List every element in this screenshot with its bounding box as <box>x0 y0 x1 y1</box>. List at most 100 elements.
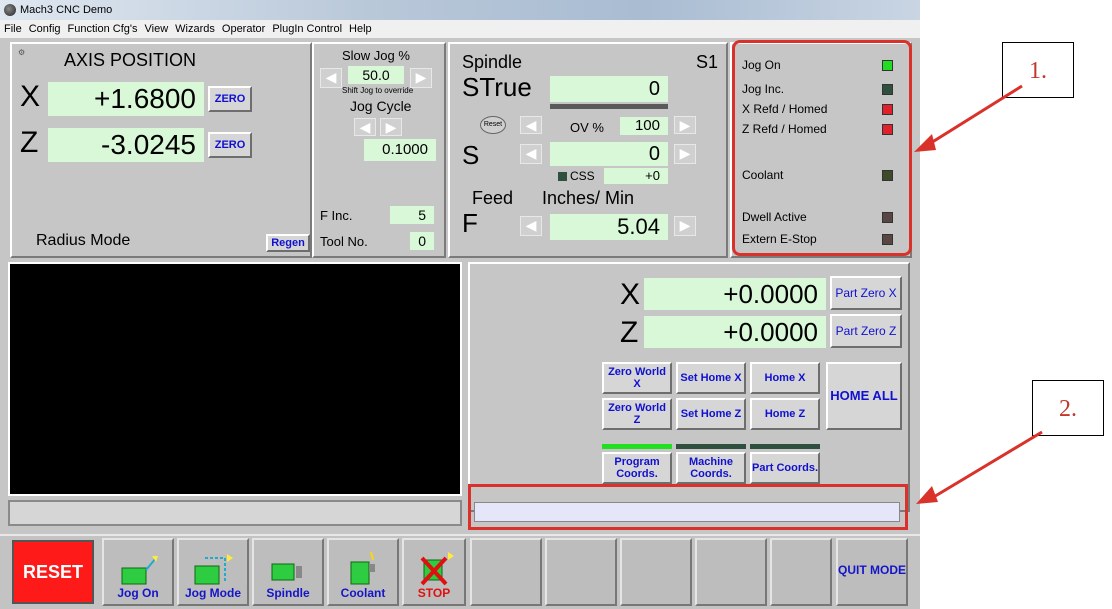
radius-mode-label: Radius Mode <box>36 232 131 249</box>
part-zero-z-button[interactable]: Part Zero Z <box>830 314 902 348</box>
jog-on-label: Jog On <box>117 586 159 600</box>
feed-down-arrow-icon[interactable]: ◀ <box>520 216 542 236</box>
slow-jog-label: Slow Jog % <box>342 48 410 63</box>
s-up-arrow-icon[interactable]: ▶ <box>674 144 696 164</box>
x-axis-label: X <box>20 80 41 113</box>
coord-x-dro[interactable]: +0.0000 <box>644 278 826 310</box>
z-axis-label: Z <box>20 126 39 159</box>
slow-jog-down-arrow-icon[interactable]: ◀ <box>320 68 342 88</box>
slow-jog-value[interactable]: 50.0 <box>348 66 404 84</box>
set-home-x-button[interactable]: Set Home X <box>676 362 746 394</box>
part-coords-led <box>750 444 820 449</box>
empty-button-4[interactable] <box>695 538 767 606</box>
menu-bar: File Config Function Cfg's View Wizards … <box>0 20 920 38</box>
lathe-icon: ⚙ <box>18 48 26 57</box>
ov-label: OV % <box>570 120 604 135</box>
z-dro[interactable]: -3.0245 <box>48 128 204 162</box>
menu-help[interactable]: Help <box>349 20 372 38</box>
toolpath-display[interactable] <box>8 262 462 496</box>
s-value[interactable]: 0 <box>550 142 668 166</box>
home-x-button[interactable]: Home X <box>750 362 820 394</box>
part-zero-x-button[interactable]: Part Zero X <box>830 276 902 310</box>
status-line-left <box>8 500 462 526</box>
jog-mode-label: Jog Mode <box>185 586 241 600</box>
spindle-title: Spindle <box>462 52 523 72</box>
spindle-reset-button[interactable]: Reset <box>480 116 506 134</box>
feed-up-arrow-icon[interactable]: ▶ <box>674 216 696 236</box>
coordinates-panel: X +0.0000 Part Zero X Z +0.0000 Part Zer… <box>468 262 910 512</box>
home-all-button[interactable]: HOME ALL <box>826 362 902 430</box>
css-value: +0 <box>604 168 668 184</box>
part-coords-button[interactable]: Part Coords. <box>750 452 820 484</box>
machine-coords-button[interactable]: Machine Coords. <box>676 452 746 484</box>
app-icon <box>4 4 16 16</box>
menu-plugin-control[interactable]: PlugIn Control <box>272 20 342 38</box>
machine-coords-led <box>676 444 746 449</box>
strue-label: STrue <box>462 72 532 102</box>
empty-button-5[interactable] <box>770 538 832 606</box>
zero-z-button[interactable]: ZERO <box>208 132 252 158</box>
jog-cycle-down-arrow-icon[interactable]: ◀ <box>354 118 376 136</box>
menu-view[interactable]: View <box>145 20 169 38</box>
tool-no-value[interactable]: 0 <box>410 232 434 250</box>
spindle-load-bar <box>550 104 668 109</box>
jog-on-icon <box>121 556 158 585</box>
coord-z-dro[interactable]: +0.0000 <box>644 316 826 348</box>
annotation-box-status <box>732 40 912 256</box>
coolant-button[interactable]: Coolant <box>327 538 399 606</box>
slow-jog-up-arrow-icon[interactable]: ▶ <box>410 68 432 88</box>
zero-world-x-button[interactable]: Zero World X <box>602 362 672 394</box>
f-inc-value[interactable]: 5 <box>390 206 434 224</box>
menu-wizards[interactable]: Wizards <box>175 20 215 38</box>
shift-jog-hint: Shift Jog to override <box>342 86 414 95</box>
menu-config[interactable]: Config <box>29 20 61 38</box>
callout-2-arrow-icon <box>916 430 1043 504</box>
menu-file[interactable]: File <box>4 20 22 38</box>
ov-up-arrow-icon[interactable]: ▶ <box>674 116 696 134</box>
coord-x-label: X <box>620 278 641 311</box>
s-down-arrow-icon[interactable]: ◀ <box>520 144 542 164</box>
axis-position-panel: ⚙ AXIS POSITION X +1.6800 ZERO Z -3.0245… <box>10 42 312 258</box>
strue-value: 0 <box>550 76 668 102</box>
jog-mode-icon <box>194 554 233 585</box>
zero-world-z-button[interactable]: Zero World Z <box>602 398 672 430</box>
quit-mode-button[interactable]: QUIT MODE <box>836 538 908 606</box>
menu-operator[interactable]: Operator <box>222 20 265 38</box>
jog-cycle-up-arrow-icon[interactable]: ▶ <box>380 118 402 136</box>
empty-button-3[interactable] <box>620 538 692 606</box>
jog-panel: Slow Jog % ◀ 50.0 ▶ Shift Jog to overrid… <box>312 42 446 258</box>
coolant-label: Coolant <box>340 586 386 600</box>
jog-cycle-label: Jog Cycle <box>350 98 412 114</box>
zero-x-button[interactable]: ZERO <box>208 86 252 112</box>
set-home-z-button[interactable]: Set Home Z <box>676 398 746 430</box>
jog-on-button[interactable]: Jog On <box>102 538 174 606</box>
ov-value[interactable]: 100 <box>620 117 668 135</box>
empty-button-1[interactable] <box>470 538 542 606</box>
spindle-button[interactable]: Spindle <box>252 538 324 606</box>
empty-button-2[interactable] <box>545 538 617 606</box>
coord-z-label: Z <box>620 316 639 349</box>
f-value[interactable]: 5.04 <box>550 214 668 240</box>
css-label: CSS <box>570 169 595 183</box>
tool-no-label: Tool No. <box>320 234 368 249</box>
coolant-icon <box>350 552 375 585</box>
reset-button[interactable]: RESET <box>12 540 94 604</box>
ov-down-arrow-icon[interactable]: ◀ <box>520 116 542 134</box>
spindle-s1-label: S1 <box>696 52 719 72</box>
menu-function-cfgs[interactable]: Function Cfg's <box>68 20 138 38</box>
home-z-button[interactable]: Home Z <box>750 398 820 430</box>
jog-mode-button[interactable]: Jog Mode <box>177 538 249 606</box>
program-coords-button[interactable]: Program Coords. <box>602 452 672 484</box>
callout-1-arrow-icon <box>914 84 1023 152</box>
spindle-label: Spindle <box>266 586 310 600</box>
jog-cycle-value[interactable]: 0.1000 <box>364 139 436 161</box>
axis-position-title: AXIS POSITION <box>64 50 197 70</box>
f-label: F <box>462 208 478 238</box>
program-coords-led <box>602 444 672 449</box>
title-bar: Mach3 CNC Demo <box>0 0 920 20</box>
stop-label: STOP <box>417 586 451 600</box>
x-dro[interactable]: +1.6800 <box>48 82 204 116</box>
css-led <box>558 172 567 181</box>
stop-button[interactable]: STOP <box>402 538 466 606</box>
regen-button[interactable]: Regen <box>266 234 310 252</box>
